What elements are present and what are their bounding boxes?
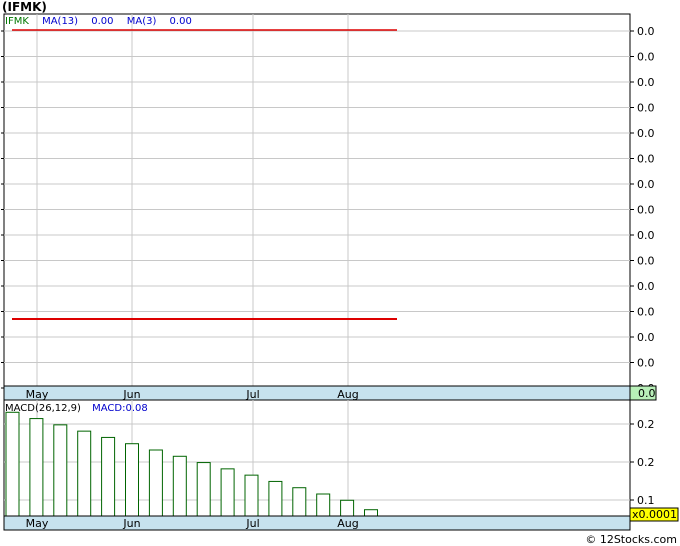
ticker-label: IFMK <box>5 16 29 27</box>
price-y-tick-label: 0.0 <box>637 204 655 217</box>
price-panel-frame <box>3 13 631 387</box>
macd-y-tick-label: 0.2 <box>637 456 655 469</box>
price-x-label: Aug <box>337 388 358 401</box>
ma3-value: 0.00 <box>170 16 192 27</box>
price-y-tick-label: 0.0 <box>637 331 655 344</box>
macd-bar <box>292 487 307 517</box>
macd-panel: 0.2 0.2 0.1 MACD(26,12,9) MACD:0.08 May Jun… <box>3 399 679 531</box>
macd-y-axis: 0.2 0.2 0.1 <box>630 418 655 507</box>
macd-legend: MACD(26,12,9) MACD:0.08 <box>5 403 148 414</box>
last-price-label: 0.0 <box>638 387 656 400</box>
ma13-value: 0.00 <box>91 16 113 27</box>
price-y-tick-label: 0.0 <box>637 357 655 370</box>
macd-bar <box>316 493 331 517</box>
macd-x-label: Aug <box>337 517 358 530</box>
price-y-tick-label: 0.0 <box>637 127 655 140</box>
price-x-axis-band <box>3 385 631 401</box>
macd-bar <box>101 436 116 517</box>
site-credit: © 12Stocks.com <box>585 533 677 546</box>
macd-bar <box>148 449 163 517</box>
price-x-label: Jul <box>245 388 259 401</box>
ma3-label: MA(3) <box>127 16 157 27</box>
price-y-tick-label: 0.0 <box>637 25 655 38</box>
macd-x-label: May <box>26 517 49 530</box>
price-panel: 0.00.00.00.00.00.00.00.00.00.00.00.00.00… <box>1 13 657 401</box>
macd-x-label: Jul <box>245 517 259 530</box>
price-y-tick-label: 0.0 <box>637 280 655 293</box>
price-y-tick-label: 0.0 <box>637 76 655 89</box>
macd-bar <box>125 443 139 517</box>
price-y-tick-label: 0.0 <box>637 51 655 64</box>
price-y-tick-label: 0.0 <box>637 229 655 242</box>
price-y-tick-label: 0.0 <box>637 153 655 166</box>
macd-y-tick-label: 0.1 <box>637 494 655 507</box>
macd-bar <box>196 462 211 517</box>
macd-bar <box>364 509 378 517</box>
macd-x-label: Jun <box>122 517 140 530</box>
macd-y-tick-label: 0.2 <box>637 418 655 431</box>
price-x-label: Jun <box>122 388 140 401</box>
macd-x-axis-band <box>3 515 631 531</box>
macd-bar <box>5 411 20 517</box>
price-y-tick-label: 0.0 <box>637 178 655 191</box>
macd-bar <box>77 430 92 517</box>
ma13-label: MA(13) <box>42 16 78 27</box>
macd-bar <box>340 499 355 517</box>
macd-bar <box>244 474 259 517</box>
macd-bar <box>53 424 68 517</box>
macd-bar <box>268 480 283 517</box>
macd-bar <box>172 455 187 517</box>
stock-chart: 0.00.00.00.00.00.00.00.00.00.00.00.00.00… <box>1 13 679 531</box>
macd-value-label: MACD:0.08 <box>92 403 148 414</box>
price-y-tick-label: 0.0 <box>637 306 655 319</box>
macd-multiplier-label: x0.0001 <box>632 508 677 521</box>
price-y-tick-label: 0.0 <box>637 102 655 115</box>
macd-bar <box>220 468 235 517</box>
macd-label: MACD(26,12,9) <box>5 403 81 414</box>
price-x-label: May <box>26 388 49 401</box>
macd-bar <box>29 418 44 517</box>
price-y-tick-label: 0.0 <box>637 255 655 268</box>
